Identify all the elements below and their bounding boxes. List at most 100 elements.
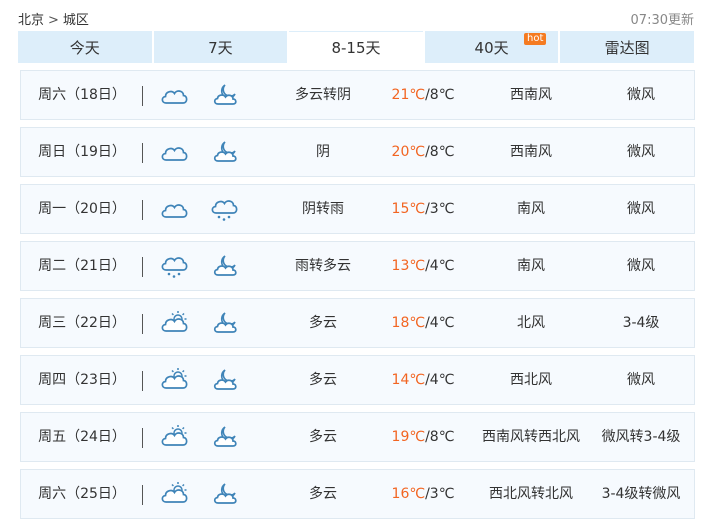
weather-icons [159, 195, 239, 223]
high-temp: 21℃ [391, 87, 426, 103]
weather-description: 雨转多云 [295, 258, 351, 274]
temperature: 16℃/3℃ [378, 470, 468, 518]
breadcrumb-city[interactable]: 北京 [18, 13, 44, 28]
weather-icons [159, 423, 239, 451]
forecast-row: 周一（20日） 阴转雨 15℃/3℃ 南风 微风 [20, 184, 695, 234]
tab-40-days[interactable]: 40天 hot [424, 31, 559, 63]
temperature: 15℃/3℃ [378, 185, 468, 233]
forecast-row: 周五（24日） 多云 19℃/8℃ 西南风转西北风 微风转3-4级 [20, 412, 695, 462]
update-time: 07:30更新 [630, 13, 694, 28]
high-temp: 19℃ [391, 429, 426, 445]
weather-icons [159, 138, 239, 166]
forecast-list: 周六（18日） 多云转阴 21℃/8℃ 西南风 微风 周日（19日）阴 20℃/8℃ 西南风微… [20, 70, 695, 526]
wind-level: 微风 [627, 258, 655, 274]
weather-description: 多云 [309, 429, 337, 445]
day-label: 周三（22日） [38, 315, 126, 331]
wind-direction: 西南风 [510, 144, 552, 160]
temperature: 20℃/8℃ [378, 128, 468, 176]
low-temp: /8℃ [425, 87, 455, 103]
row-divider [142, 428, 143, 448]
tab-8-15-days[interactable]: 8-15天 [289, 31, 423, 63]
day-label: 周日（19日） [38, 144, 126, 160]
breadcrumb: 北京 > 城区 [18, 9, 89, 28]
day-label: 周五（24日） [38, 429, 126, 445]
low-temp: /4℃ [425, 372, 455, 388]
moon-cloud-icon [209, 309, 239, 337]
weather-description: 多云 [309, 315, 337, 331]
low-temp: /3℃ [425, 486, 455, 502]
weather-description: 多云转阴 [295, 87, 351, 103]
wind-direction: 南风 [517, 201, 545, 217]
forecast-row: 周六（18日） 多云转阴 21℃/8℃ 西南风 微风 [20, 70, 695, 120]
day-label: 周四（23日） [38, 372, 126, 388]
forecast-row: 周三（22日） 多云 18℃/4℃ 北风 3-4级 [20, 298, 695, 348]
weather-description: 阴 [316, 144, 330, 160]
sun-cloud-icon [159, 480, 189, 508]
tab-label: 7天 [208, 38, 233, 57]
sun-cloud-icon [159, 423, 189, 451]
tab-label: 8-15天 [331, 39, 381, 57]
wind-level: 微风 [627, 372, 655, 388]
day-label: 周一（20日） [38, 201, 126, 217]
forecast-tabs: 今天 7天 8-15天 40天 hot 雷达图 [18, 31, 694, 63]
wind-direction: 北风 [517, 315, 545, 331]
breadcrumb-district[interactable]: 城区 [63, 13, 89, 28]
tab-7-days[interactable]: 7天 [153, 31, 288, 63]
low-temp: /4℃ [425, 315, 455, 331]
temperature: 21℃/8℃ [378, 71, 468, 119]
weather-icons [159, 480, 239, 508]
weather-icons [159, 252, 239, 280]
high-temp: 20℃ [391, 144, 426, 160]
rain-icon [209, 195, 239, 223]
forecast-row: 周六（25日） 多云 16℃/3℃ 西北风转北风 3-4级转微风 [20, 469, 695, 519]
wind-level: 微风 [627, 144, 655, 160]
wind-direction: 西南风 [510, 87, 552, 103]
cloudy-icon [159, 81, 189, 109]
hot-badge: hot [523, 33, 547, 45]
forecast-row: 周日（19日） 阴 20℃/8℃ 西南风 微风 [20, 127, 695, 177]
tab-label: 40天 [474, 38, 509, 57]
temperature: 13℃/4℃ [378, 242, 468, 290]
high-temp: 16℃ [391, 486, 426, 502]
row-divider [142, 143, 143, 163]
cloudy-icon [159, 195, 189, 223]
weather-description: 阴转雨 [302, 201, 344, 217]
low-temp: /4℃ [425, 258, 455, 274]
moon-cloud-icon [209, 480, 239, 508]
weather-icons [159, 309, 239, 337]
tab-today[interactable]: 今天 [18, 31, 152, 63]
day-label: 周二（21日） [38, 258, 126, 274]
weather-icons [159, 366, 239, 394]
low-temp: /8℃ [425, 429, 455, 445]
moon-cloud-icon [209, 366, 239, 394]
top-bar: 北京 > 城区 07:30更新 [18, 6, 694, 28]
moon-cloud-icon [209, 252, 239, 280]
high-temp: 18℃ [391, 315, 426, 331]
wind-level: 微风 [627, 87, 655, 103]
wind-level: 3-4级转微风 [601, 486, 681, 502]
low-temp: /3℃ [425, 201, 455, 217]
temperature: 18℃/4℃ [378, 299, 468, 347]
breadcrumb-separator: > [48, 13, 59, 28]
temperature: 19℃/8℃ [378, 413, 468, 461]
high-temp: 14℃ [391, 372, 426, 388]
wind-direction: 西北风 [510, 372, 552, 388]
wind-level: 微风 [627, 201, 655, 217]
row-divider [142, 314, 143, 334]
wind-direction: 西北风转北风 [489, 486, 573, 502]
cloudy-icon [159, 138, 189, 166]
wind-level: 微风转3-4级 [601, 429, 681, 445]
weather-description: 多云 [309, 372, 337, 388]
tab-label: 今天 [69, 38, 100, 57]
weather-description: 多云 [309, 486, 337, 502]
row-divider [142, 485, 143, 505]
row-divider [142, 371, 143, 391]
moon-cloud-icon [209, 138, 239, 166]
wind-direction: 南风 [517, 258, 545, 274]
wind-level: 3-4级 [622, 315, 660, 331]
day-label: 周六（25日） [38, 486, 126, 502]
moon-cloud-icon [209, 423, 239, 451]
forecast-row: 周四（23日） 多云 14℃/4℃ 西北风 微风 [20, 355, 695, 405]
rain-icon [159, 252, 189, 280]
tab-radar[interactable]: 雷达图 [560, 31, 694, 63]
